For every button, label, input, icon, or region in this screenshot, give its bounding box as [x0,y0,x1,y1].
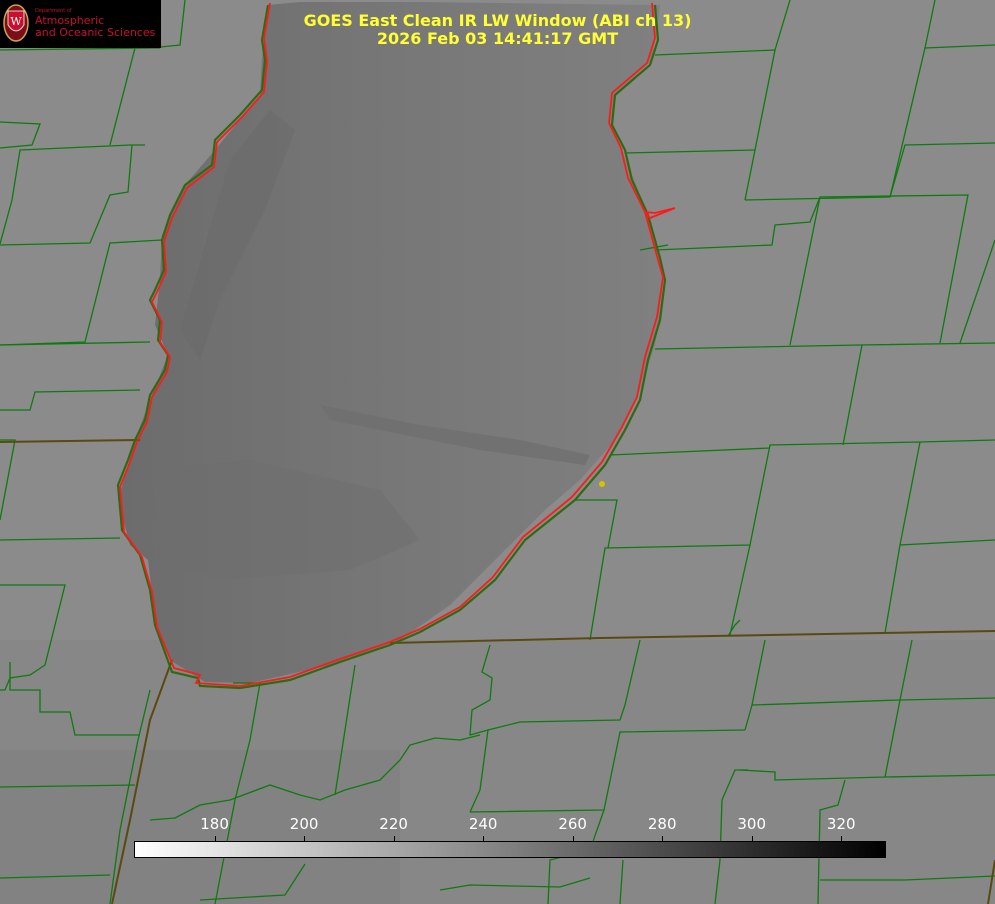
colorbar-tick-label: 200 [289,815,319,833]
colorbar-tick-label: 180 [200,815,229,833]
colorbar-tick-label: 300 [737,815,767,833]
colorbar-tick-mark [662,836,664,841]
location-marker [599,481,605,487]
colorbar-tick-mark [751,836,753,841]
colorbar-tick-label: 320 [826,815,856,833]
ir-map [0,0,995,904]
colorbar-tick-label: 240 [468,815,498,833]
colorbar-tick-mark [483,836,485,841]
colorbar-tick-mark [572,836,574,841]
colorbar-tick-mark [214,836,216,841]
colorbar-tick-label: 260 [558,815,587,833]
colorbar-tick-mark [841,836,843,841]
colorbar-tick-mark [393,836,395,841]
satellite-image-view: W Department of Atmospheric and Oceanic … [0,0,995,904]
colorbar-tick-label: 220 [379,815,408,833]
image-timestamp: 2026 Feb 03 14:41:17 GMT [376,29,619,48]
colorbar [134,841,886,858]
colorbar-tick-label: 280 [647,815,677,833]
image-title: GOES East Clean IR LW Window (ABI ch 13) [303,11,692,30]
colorbar-tick-mark [304,836,306,841]
